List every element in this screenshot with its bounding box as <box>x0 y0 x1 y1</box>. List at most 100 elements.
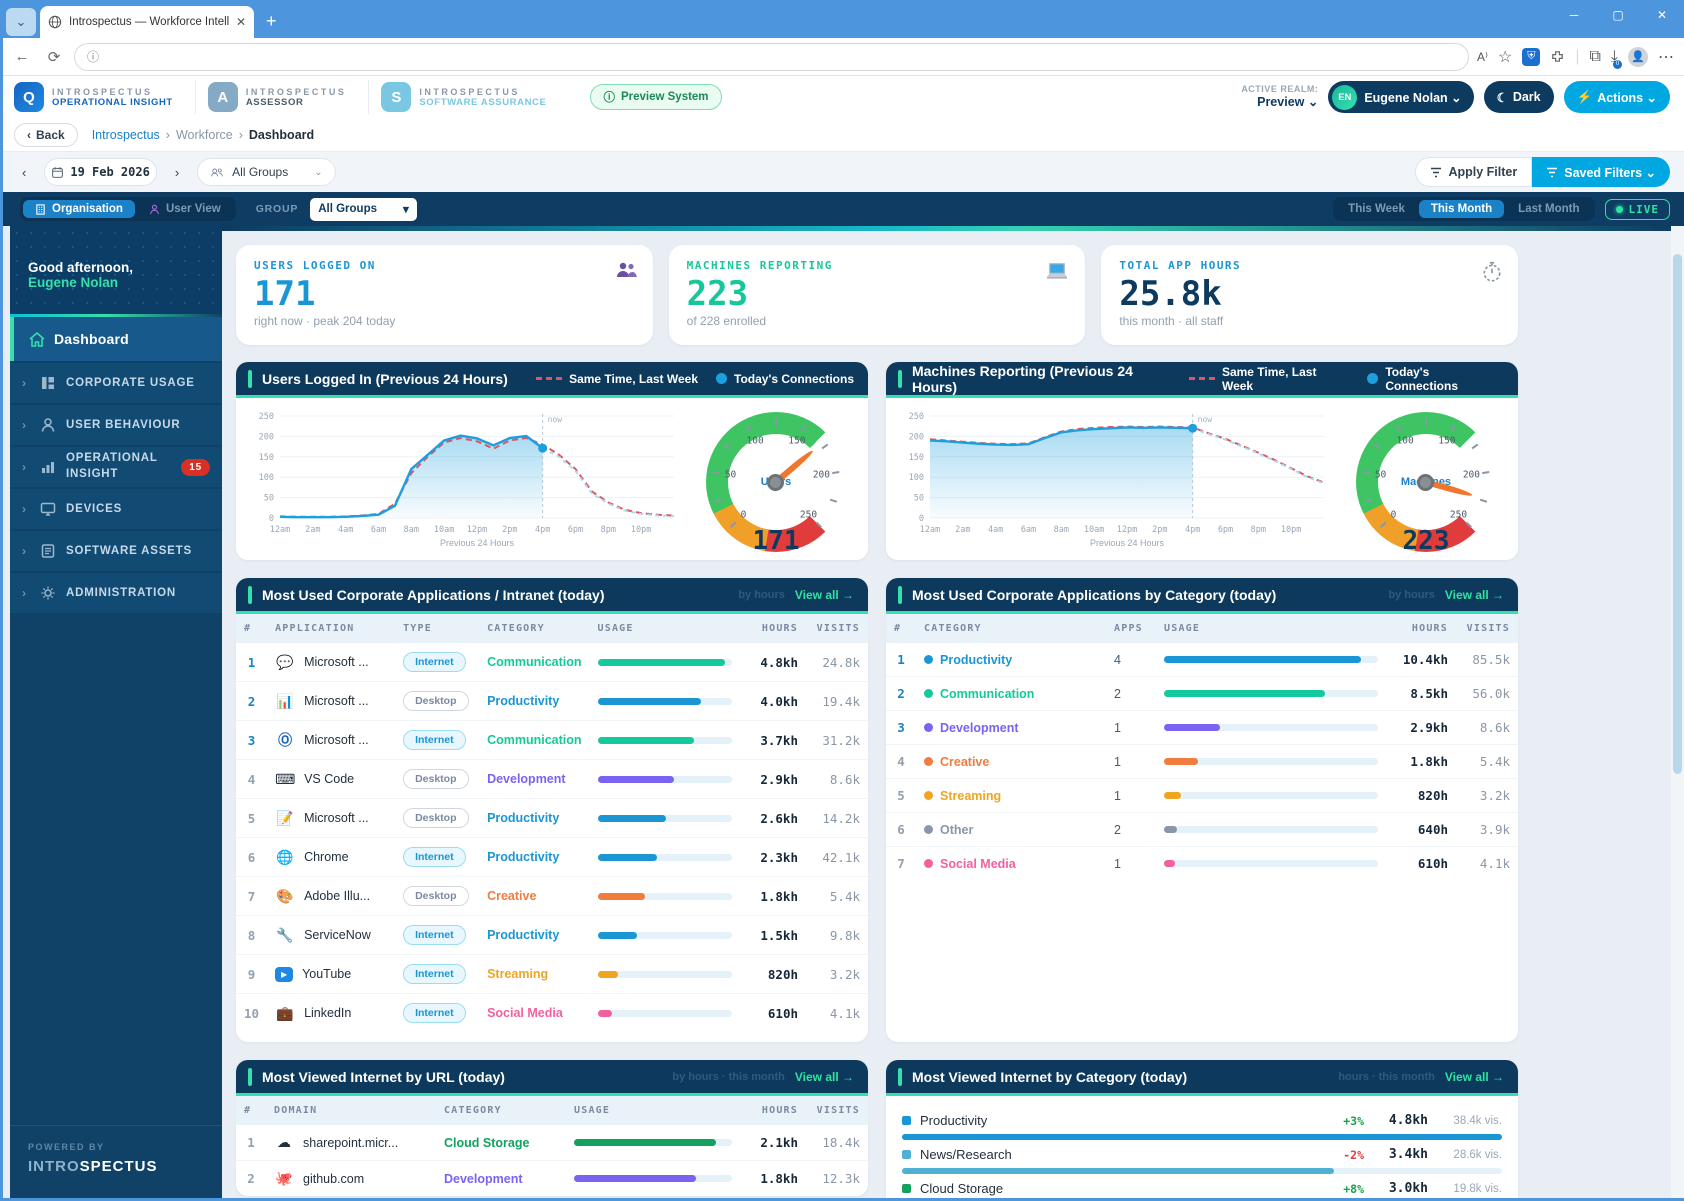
browser-reload-button[interactable]: ⟳ <box>42 48 66 66</box>
accent-bar <box>898 1068 902 1086</box>
user-view-label: User View <box>166 203 221 215</box>
date-next-button[interactable]: › <box>167 165 187 180</box>
site-info-icon[interactable]: ⓘ <box>87 48 99 65</box>
net-category-row-productivity[interactable]: Productivity+3%4.8kh38.4k vis. <box>902 1106 1502 1140</box>
app-row-microsoft-[interactable]: 1💬Microsoft ...InternetCommunication4.8k… <box>236 643 868 682</box>
favorite-star-icon[interactable]: ☆ <box>1498 47 1512 67</box>
period-this-month[interactable]: This Month <box>1419 200 1504 218</box>
category-label: Other <box>916 813 1106 847</box>
actions-button[interactable]: ⚡ Actions ⌄ <box>1564 81 1670 113</box>
sidebar-item-user-behaviour[interactable]: ›USER BEHAVIOUR <box>10 405 222 445</box>
app-icon: 🌐 <box>275 849 295 866</box>
saved-filters-button[interactable]: Saved Filters ⌄ <box>1532 157 1670 187</box>
usage-bar <box>1164 860 1378 867</box>
app-row-microsoft-[interactable]: 3ⓄMicrosoft ...InternetCommunication3.7k… <box>236 721 868 760</box>
period-this-week[interactable]: This Week <box>1336 200 1417 218</box>
category-label: Productivity <box>479 682 589 721</box>
browser-back-button[interactable]: ← <box>10 48 34 65</box>
scrollbar-thumb[interactable] <box>1673 254 1682 774</box>
url-row-sharepoint-micr-[interactable]: 1☁sharepoint.micr...Cloud Storage2.1kh18… <box>236 1125 868 1161</box>
profile-avatar[interactable]: 👤 <box>1628 47 1648 67</box>
view-all-link[interactable]: View all → <box>1445 1070 1504 1084</box>
dark-mode-button[interactable]: ☾ Dark <box>1484 81 1554 113</box>
sidebar-item-dashboard[interactable]: Dashboard <box>10 317 222 361</box>
view-all-link[interactable]: View all → <box>1445 588 1504 602</box>
category-row-social-media[interactable]: 7Social Media1610h4.1k <box>886 847 1518 881</box>
usage-bar <box>1164 690 1378 697</box>
category-row-communication[interactable]: 2Communication28.5kh56.0k <box>886 677 1518 711</box>
password-manager-icon[interactable]: ⛨ <box>1522 48 1540 66</box>
address-bar[interactable]: ⓘ <box>74 43 1469 71</box>
category-row-productivity[interactable]: 1Productivity410.4kh85.5k <box>886 643 1518 677</box>
organisation-toggle[interactable]: Organisation <box>23 200 135 218</box>
breadcrumb-introspectus[interactable]: Introspectus <box>92 128 160 142</box>
sidebar-item-administration[interactable]: ›ADMINISTRATION <box>10 573 222 613</box>
app-row-servicenow[interactable]: 8🔧ServiceNowInternetProductivity1.5kh9.8… <box>236 916 868 955</box>
hours-value: 1.8kh <box>740 1161 806 1197</box>
sidebar-item-corporate-usage[interactable]: ›CORPORATE USAGE <box>10 363 222 403</box>
kpi-label: MACHINES REPORTING <box>687 259 1068 272</box>
usage-bar <box>598 815 732 822</box>
sidebar-item-software-assets[interactable]: ›SOFTWARE ASSETS <box>10 531 222 571</box>
category-row-development[interactable]: 3Development12.9kh8.6k <box>886 711 1518 745</box>
app-row-microsoft-[interactable]: 2📊Microsoft ...DesktopProductivity4.0kh1… <box>236 682 868 721</box>
breadcrumb-workforce[interactable]: Workforce <box>176 128 233 142</box>
moon-icon: ☾ <box>1497 90 1508 105</box>
category-row-creative[interactable]: 4Creative11.8kh5.4k <box>886 745 1518 779</box>
url-row-github-com[interactable]: 2🐙github.comDevelopment1.8kh12.3k <box>236 1161 868 1197</box>
category-row-other[interactable]: 6Other2640h3.9k <box>886 813 1518 847</box>
downloads-icon[interactable]: ⤓0 <box>1611 48 1618 66</box>
categories-panel: Most Used Corporate Applications by Cate… <box>886 578 1518 1042</box>
net-categories-title: Most Viewed Internet by Category (today) <box>912 1069 1187 1085</box>
rank: 6 <box>886 813 916 847</box>
sidebar-item-devices[interactable]: ›DEVICES <box>10 489 222 529</box>
app-row-youtube[interactable]: 9▶YouTubeInternetStreaming820h3.2k <box>236 955 868 994</box>
browser-tab[interactable]: Introspectus — Workforce Intellige ✕ <box>40 6 254 38</box>
powered-by-label: POWERED BY <box>28 1142 204 1152</box>
svg-text:8pm: 8pm <box>601 525 616 535</box>
net-category-row-cloud-storage[interactable]: Cloud Storage+8%3.0kh19.8k vis. <box>902 1174 1502 1201</box>
back-button[interactable]: ‹ Back <box>14 123 78 147</box>
svg-text:0: 0 <box>919 514 924 524</box>
tab-close-icon[interactable]: ✕ <box>236 15 246 29</box>
breadcrumb: Introspectus › Workforce › Dashboard <box>92 128 314 142</box>
app-row-linkedin[interactable]: 10💼LinkedInInternetSocial Media610h4.1k <box>236 994 868 1033</box>
apply-filter-button[interactable]: Apply Filter <box>1415 157 1532 187</box>
view-all-link[interactable]: View all → <box>795 1070 854 1084</box>
column-header-usage: USAGE <box>590 614 740 643</box>
globe-icon <box>48 15 62 29</box>
tab-search-button[interactable]: ⌄ <box>6 8 36 36</box>
window-maximize-button[interactable]: ▢ <box>1596 0 1640 30</box>
view-all-link[interactable]: View all → <box>795 588 854 602</box>
period-last-month[interactable]: Last Month <box>1506 200 1591 218</box>
rank: 10 <box>236 994 267 1033</box>
window-minimize-button[interactable]: ─ <box>1552 0 1596 30</box>
svg-text:2am: 2am <box>955 525 970 535</box>
app-row-chrome[interactable]: 6🌐ChromeInternetProductivity2.3kh42.1k <box>236 838 868 877</box>
favorites-bar-icon[interactable]: ⧉ <box>1589 48 1600 66</box>
net-category-row-news-research[interactable]: News/Research-2%3.4kh28.6k vis. <box>902 1140 1502 1174</box>
page-scrollbar[interactable] <box>1671 226 1684 1201</box>
window-close-button[interactable]: ✕ <box>1640 0 1684 30</box>
app-name: ⓄMicrosoft ... <box>275 730 387 750</box>
brand-software-assurance[interactable]: S INTROSPECTUS SOFTWARE ASSURANCE <box>369 80 568 114</box>
app-row-microsoft-[interactable]: 5📝Microsoft ...DesktopProductivity2.6kh1… <box>236 799 868 838</box>
app-row-vs-code[interactable]: 4⌨VS CodeDesktopDevelopment2.9kh8.6k <box>236 760 868 799</box>
groups-filter-select[interactable]: All Groups ⌄ <box>197 158 335 186</box>
user-view-toggle[interactable]: User View <box>137 200 233 218</box>
hours-value: 4.8kh <box>740 643 806 682</box>
new-tab-button[interactable]: + <box>266 11 277 32</box>
brand-assessor[interactable]: A INTROSPECTUS ASSESSOR <box>196 80 370 114</box>
extensions-icon[interactable] <box>1550 49 1565 64</box>
date-prev-button[interactable]: ‹ <box>14 165 34 180</box>
app-row-adobe-illu-[interactable]: 7🎨Adobe Illu...DesktopCreative1.8kh5.4k <box>236 877 868 916</box>
realm-select[interactable]: Preview ⌄ <box>1241 95 1318 111</box>
user-menu[interactable]: EN Eugene Nolan ⌄ <box>1328 81 1473 113</box>
brand-operational-insight[interactable]: Q INTROSPECTUS OPERATIONAL INSIGHT <box>14 80 196 114</box>
sidebar-item-operational-insight[interactable]: ›OPERATIONAL INSIGHT15 <box>10 447 222 487</box>
read-aloud-icon[interactable]: A⁾ <box>1477 50 1488 64</box>
date-picker[interactable]: 19 Feb 2026 <box>44 158 156 186</box>
browser-menu-icon[interactable]: ⋯ <box>1658 47 1674 67</box>
category-row-streaming[interactable]: 5Streaming1820h3.2k <box>886 779 1518 813</box>
group-select[interactable]: All Groups ▾ <box>310 198 417 221</box>
